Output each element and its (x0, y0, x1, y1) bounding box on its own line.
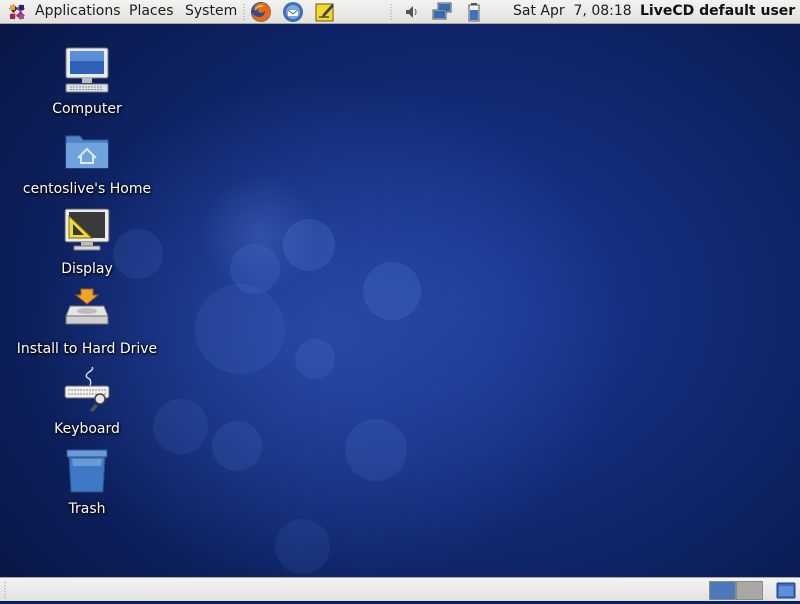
battery-icon[interactable] (462, 0, 486, 24)
computer-icon (62, 46, 112, 96)
menu-applications[interactable]: Applications (35, 0, 121, 24)
home-folder-icon (62, 126, 112, 176)
bottom-panel (0, 577, 800, 601)
wallpaper-bokeh (363, 262, 421, 320)
desktop-icon-label: centoslive's Home (22, 181, 152, 197)
install-drive-icon (62, 286, 112, 336)
display-icon (62, 206, 112, 256)
wallpaper-bokeh (283, 219, 335, 271)
volume-icon[interactable] (400, 0, 424, 24)
panel-separator (243, 3, 245, 21)
wallpaper-bokeh (345, 419, 407, 481)
desktop-icon-computer[interactable]: Computer (12, 46, 162, 117)
wallpaper-bokeh (212, 421, 262, 471)
centos-logo-icon[interactable] (6, 2, 28, 22)
desktop-icon-label: Trash (68, 501, 106, 517)
desktop-icon-home[interactable]: centoslive's Home (12, 126, 162, 197)
panel-separator (4, 581, 6, 599)
network-icon[interactable] (431, 0, 455, 24)
keyboard-icon (62, 366, 112, 416)
trash-icon (62, 446, 112, 496)
desktop-icon-label: Install to Hard Drive (16, 341, 158, 357)
clock[interactable]: Sat Apr 7, 08:18 (513, 0, 632, 23)
notes-icon[interactable] (312, 0, 338, 24)
desktop-icon-install[interactable]: Install to Hard Drive (12, 286, 162, 357)
wallpaper-bokeh (295, 339, 335, 379)
desktop-icon-label: Computer (52, 101, 122, 117)
menu-system[interactable]: System (185, 0, 237, 24)
top-panel: Applications Places System Sat Apr 7, 08… (0, 0, 800, 24)
desktop[interactable]: Computer centoslive's Home Display Insta… (0, 24, 800, 577)
desktop-icon-display[interactable]: Display (12, 206, 162, 277)
panel-separator (390, 3, 392, 21)
show-desktop-icon[interactable] (776, 580, 796, 600)
firefox-icon[interactable] (248, 0, 274, 24)
wallpaper-bokeh (275, 519, 330, 574)
desktop-icon-trash[interactable]: Trash (12, 446, 162, 517)
wallpaper-bokeh (195, 284, 285, 374)
menu-places[interactable]: Places (129, 0, 174, 24)
mail-client-icon[interactable] (280, 0, 306, 24)
desktop-icon-label: Keyboard (54, 421, 120, 437)
desktop-icon-label: Display (61, 261, 113, 277)
workspace-2[interactable] (736, 581, 763, 600)
desktop-icon-keyboard[interactable]: Keyboard (12, 366, 162, 437)
user-menu[interactable]: LiveCD default user (640, 0, 795, 23)
workspace-1[interactable] (709, 581, 736, 600)
